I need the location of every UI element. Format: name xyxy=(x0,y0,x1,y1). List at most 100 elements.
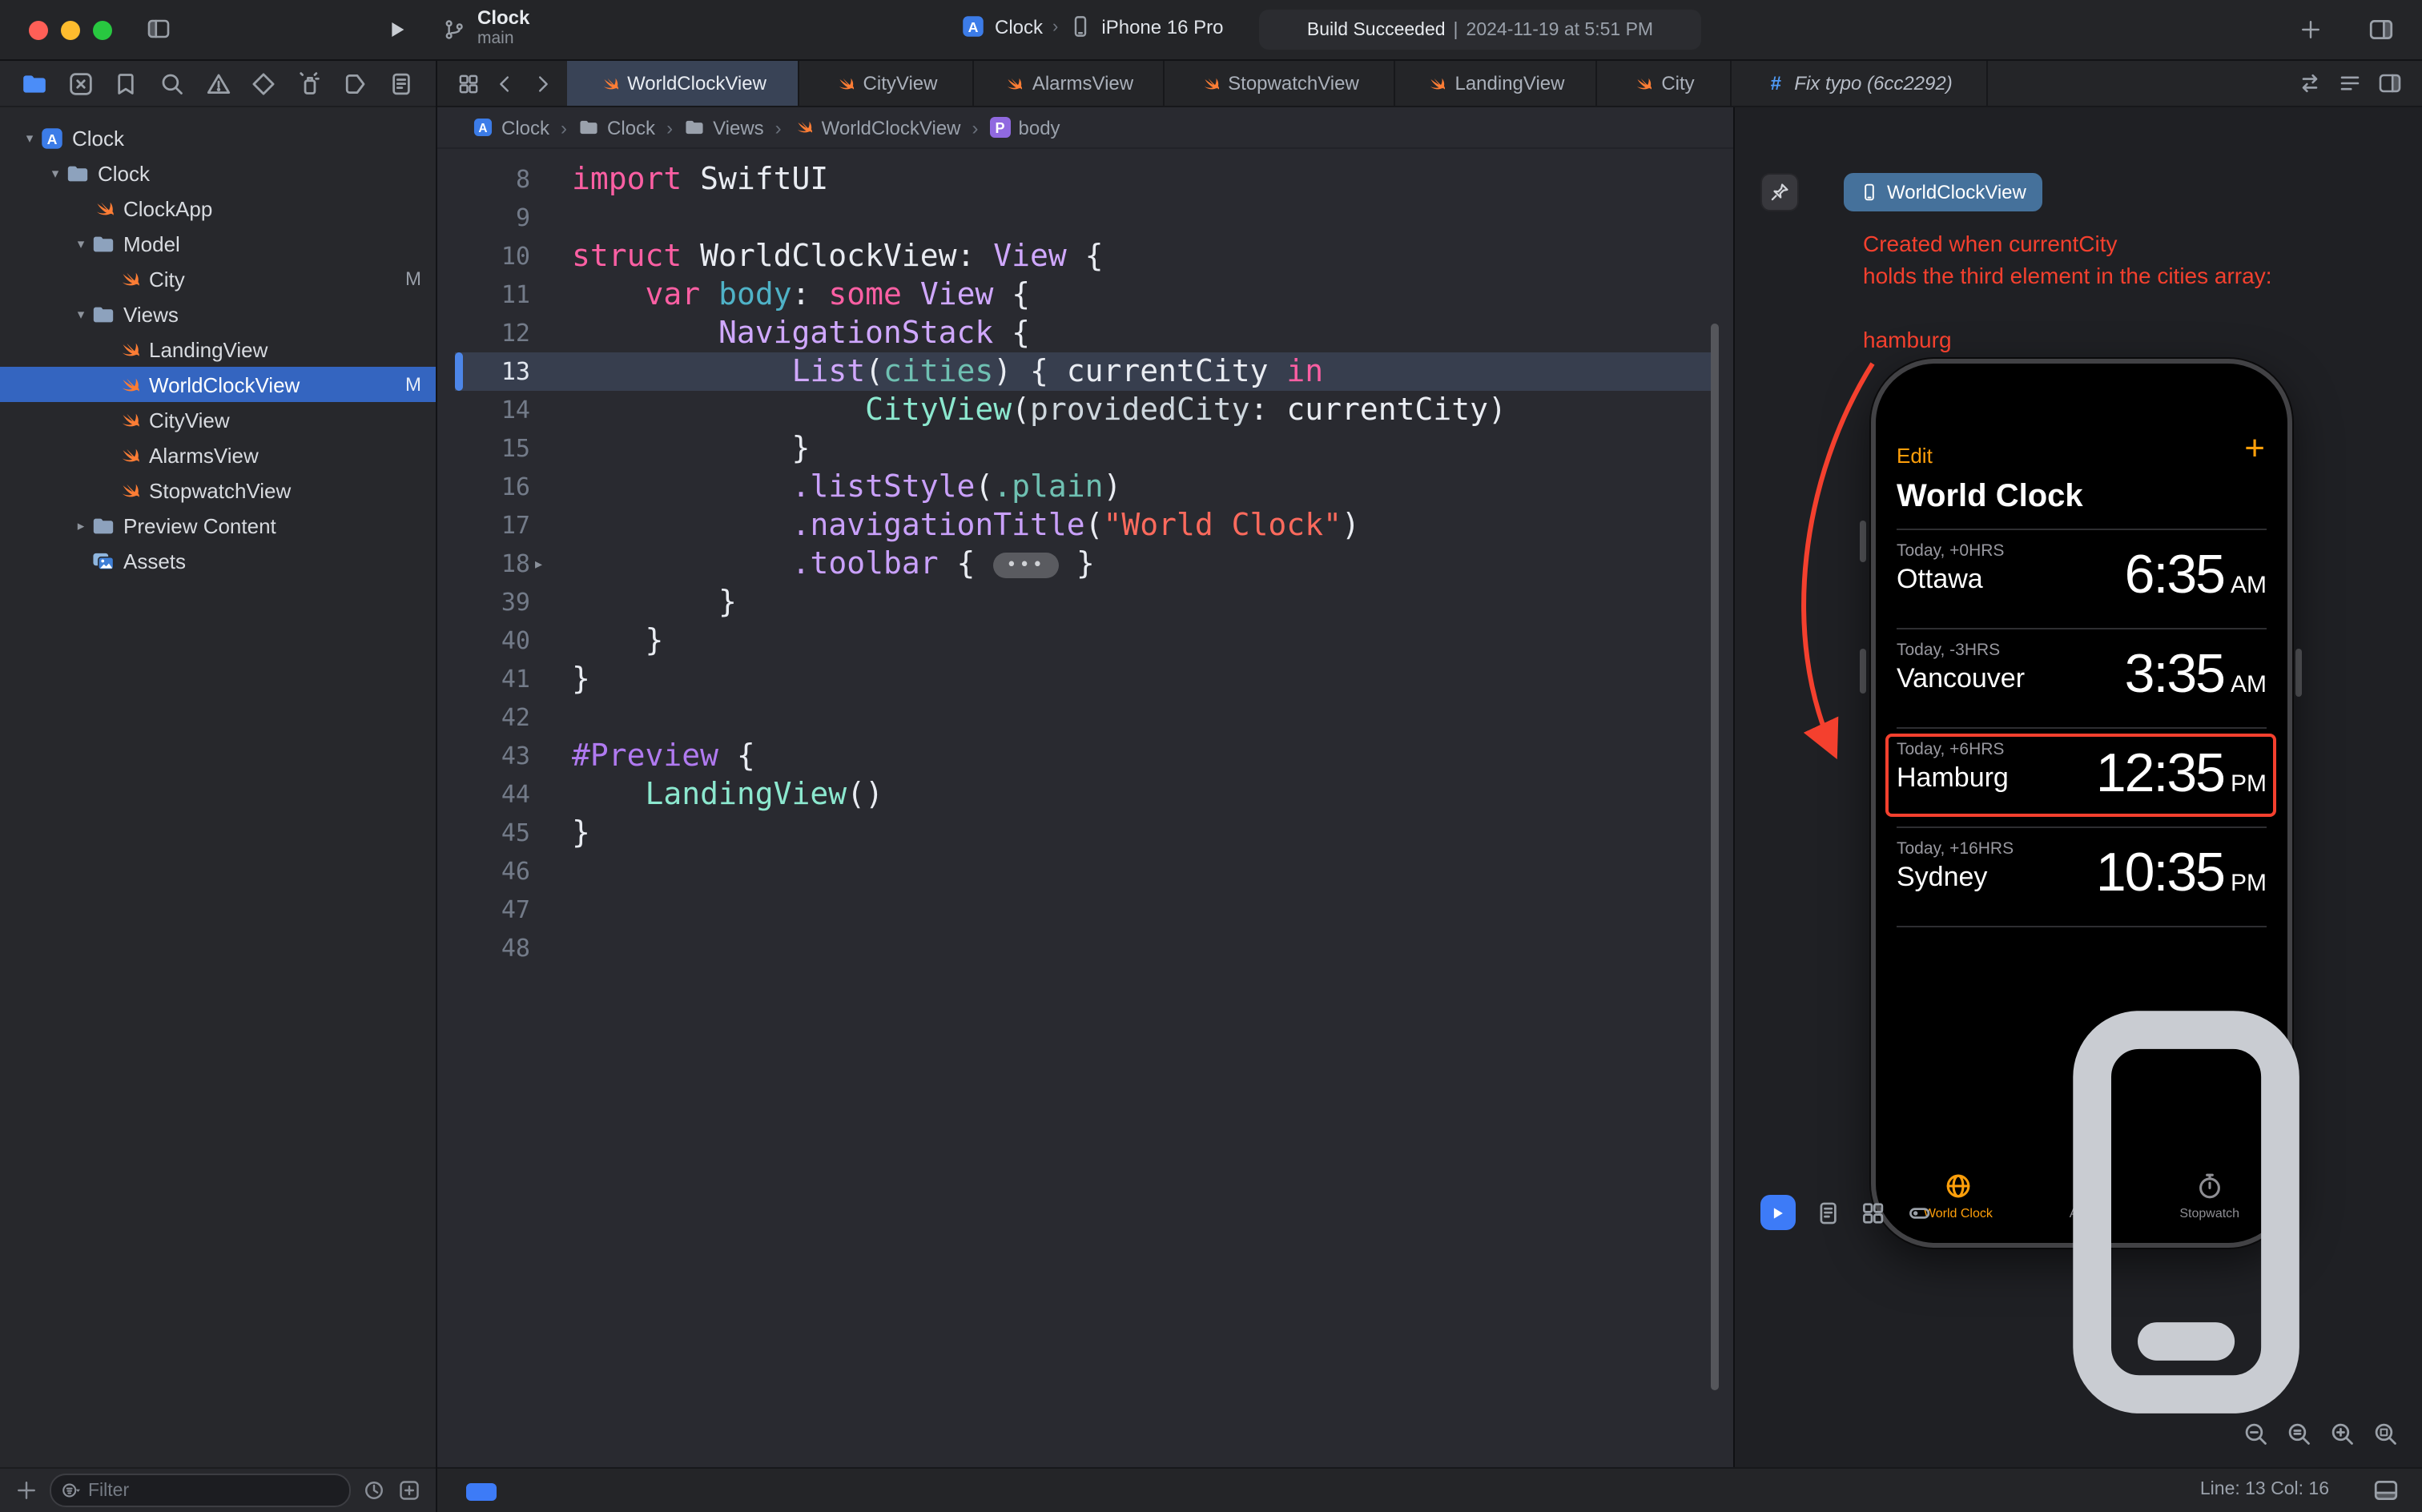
sidebar-item-stopwatchview[interactable]: StopwatchView xyxy=(0,472,436,508)
preview-name-chip[interactable]: WorldClockView xyxy=(1844,173,2042,211)
debug-navigator-icon[interactable] xyxy=(296,70,324,97)
debug-area-toggle-icon[interactable] xyxy=(2372,1477,2400,1504)
code-line-13[interactable]: 13 List(cities) { currentCity in xyxy=(437,352,1733,391)
changes-navigator-icon[interactable] xyxy=(66,70,94,97)
preview-live-icon[interactable] xyxy=(1760,1195,1795,1230)
folded-code-ellipsis[interactable]: ••• xyxy=(993,553,1058,578)
code-line-43[interactable]: 43#Preview { xyxy=(437,737,1733,775)
code-line-18[interactable]: 18▸ .toolbar { ••• } xyxy=(437,545,1733,583)
world-clock-row-vancouver[interactable]: Today, -3HRSVancouver3:35AM xyxy=(1897,629,2267,729)
code-line-42[interactable]: 42 xyxy=(437,698,1733,737)
code-line-9[interactable]: 9 xyxy=(437,199,1733,237)
code-line-40[interactable]: 40 } xyxy=(437,621,1733,660)
tab-stopwatchview[interactable]: StopwatchView xyxy=(1165,61,1395,106)
code-line-8[interactable]: 8import SwiftUI xyxy=(437,160,1733,199)
chevron-down-icon[interactable]: ▾ xyxy=(70,235,91,252)
code-line-12[interactable]: 12 NavigationStack { xyxy=(437,314,1733,352)
tab-landingview[interactable]: LandingView xyxy=(1395,61,1597,106)
go-forward-icon[interactable] xyxy=(530,71,554,95)
tab-city[interactable]: City xyxy=(1597,61,1732,106)
code-line-17[interactable]: 17 .navigationTitle("World Clock") xyxy=(437,506,1733,545)
sidebar-item-clock[interactable]: ▾AClock xyxy=(0,120,436,155)
sidebar-item-alarmsview[interactable]: AlarmsView xyxy=(0,437,436,472)
minimap-icon[interactable] xyxy=(2337,70,2363,96)
add-city-button[interactable]: + xyxy=(2244,428,2265,469)
zoom-actual-size-icon[interactable] xyxy=(2286,1421,2313,1448)
filter-input[interactable]: Filter xyxy=(50,1474,351,1507)
pin-preview-button[interactable] xyxy=(1760,173,1799,211)
preview-grid-icon[interactable] xyxy=(1860,1199,1886,1226)
breakpoints-pill[interactable] xyxy=(466,1483,497,1501)
world-clock-row-hamburg[interactable]: Today, +6HRSHamburg12:35PM xyxy=(1897,729,2267,828)
code-line-41[interactable]: 41} xyxy=(437,660,1733,698)
split-editor-icon[interactable] xyxy=(2377,70,2403,96)
zoom-to-fit-icon[interactable] xyxy=(2372,1421,2400,1448)
code-line-45[interactable]: 45} xyxy=(437,814,1733,852)
recent-files-icon[interactable] xyxy=(362,1478,386,1502)
activity-view[interactable]: Build Succeeded | 2024-11-19 at 5:51 PM xyxy=(1259,10,1701,50)
preview-device-icon[interactable] xyxy=(1952,978,2422,1448)
zoom-in-icon[interactable] xyxy=(2329,1421,2356,1448)
sidebar-item-assets[interactable]: Assets xyxy=(0,543,436,578)
preview-inspector-icon[interactable] xyxy=(1814,1199,1841,1226)
chevron-down-icon[interactable]: ▾ xyxy=(45,164,66,182)
scheme-selector[interactable]: A Clock › iPhone 16 Pro xyxy=(961,14,1224,38)
preview-variants-icon[interactable] xyxy=(1906,1199,1933,1226)
code-line-48[interactable]: 48 xyxy=(437,929,1733,967)
tab-cityview[interactable]: CityView xyxy=(799,61,974,106)
code-line-10[interactable]: 10struct WorldClockView: View { xyxy=(437,237,1733,275)
sidebar-item-model[interactable]: ▾Model xyxy=(0,226,436,261)
bookmarks-navigator-icon[interactable] xyxy=(113,70,140,97)
reports-navigator-icon[interactable] xyxy=(388,70,415,97)
breadcrumb-item-views[interactable]: Views xyxy=(684,116,764,139)
tab-alarmsview[interactable]: AlarmsView xyxy=(974,61,1165,106)
run-button[interactable] xyxy=(384,18,408,42)
sidebar-item-preview-content[interactable]: ▸Preview Content xyxy=(0,508,436,543)
breadcrumb-item-clock[interactable]: Clock xyxy=(578,116,655,139)
sidebar-item-views[interactable]: ▾Views xyxy=(0,296,436,332)
sidebar-toggle-icon[interactable] xyxy=(144,16,173,42)
project-navigator-icon[interactable] xyxy=(21,70,48,97)
canvas-handle[interactable] xyxy=(2295,649,2302,697)
zoom-button[interactable] xyxy=(93,21,112,40)
minimize-button[interactable] xyxy=(61,21,80,40)
canvas-handle[interactable] xyxy=(1860,521,1866,562)
code-line-14[interactable]: 14 CityView(providedCity: currentCity) xyxy=(437,391,1733,429)
tab-fix-typo-6cc2292-[interactable]: #Fix typo (6cc2292) xyxy=(1732,61,1988,106)
tab-worldclockview[interactable]: WorldClockView xyxy=(567,61,799,106)
world-clock-row-ottawa[interactable]: Today, +0HRSOttawa6:35AM xyxy=(1897,530,2267,629)
world-clock-row-sydney[interactable]: Today, +16HRSSydney10:35PM xyxy=(1897,828,2267,927)
scm-filter-icon[interactable] xyxy=(397,1478,421,1502)
canvas-handle[interactable] xyxy=(1860,649,1866,694)
code-line-46[interactable]: 46 xyxy=(437,852,1733,891)
zoom-out-icon[interactable] xyxy=(2243,1421,2270,1448)
sidebar-item-worldclockview[interactable]: WorldClockViewM xyxy=(0,367,436,402)
chevron-right-icon[interactable]: ▸ xyxy=(70,517,91,534)
code-review-grid-icon[interactable] xyxy=(457,71,481,95)
code-area[interactable]: 8import SwiftUI910struct WorldClockView:… xyxy=(437,149,1733,1467)
sidebar-item-landingview[interactable]: LandingView xyxy=(0,332,436,367)
edit-button[interactable]: Edit xyxy=(1897,444,1933,468)
go-back-icon[interactable] xyxy=(493,71,517,95)
tests-navigator-icon[interactable] xyxy=(250,70,277,97)
code-line-15[interactable]: 15 } xyxy=(437,429,1733,468)
issues-navigator-icon[interactable] xyxy=(204,70,231,97)
sidebar-item-clock[interactable]: ▾Clock xyxy=(0,155,436,191)
add-file-icon[interactable] xyxy=(14,1478,38,1502)
fold-chevron-icon[interactable]: ▸ xyxy=(535,545,542,583)
sidebar-item-city[interactable]: CityM xyxy=(0,261,436,296)
editor-scrollbar[interactable] xyxy=(1711,324,1719,1390)
chevron-down-icon[interactable]: ▾ xyxy=(70,305,91,323)
adjust-editor-icon[interactable] xyxy=(2297,70,2323,96)
code-line-16[interactable]: 16 .listStyle(.plain) xyxy=(437,468,1733,506)
breadcrumb-item-worldclockview[interactable]: WorldClockView xyxy=(793,116,961,139)
library-plus-icon[interactable] xyxy=(2299,18,2323,42)
breakpoints-navigator-icon[interactable] xyxy=(342,70,369,97)
breadcrumb-item-body[interactable]: Pbody xyxy=(990,116,1060,139)
code-line-11[interactable]: 11 var body: some View { xyxy=(437,275,1733,314)
close-button[interactable] xyxy=(29,21,48,40)
find-navigator-icon[interactable] xyxy=(159,70,186,97)
chevron-down-icon[interactable]: ▾ xyxy=(19,129,40,147)
source-control-status[interactable]: Clock main xyxy=(442,8,529,50)
sidebar-item-clockapp[interactable]: ClockApp xyxy=(0,191,436,226)
